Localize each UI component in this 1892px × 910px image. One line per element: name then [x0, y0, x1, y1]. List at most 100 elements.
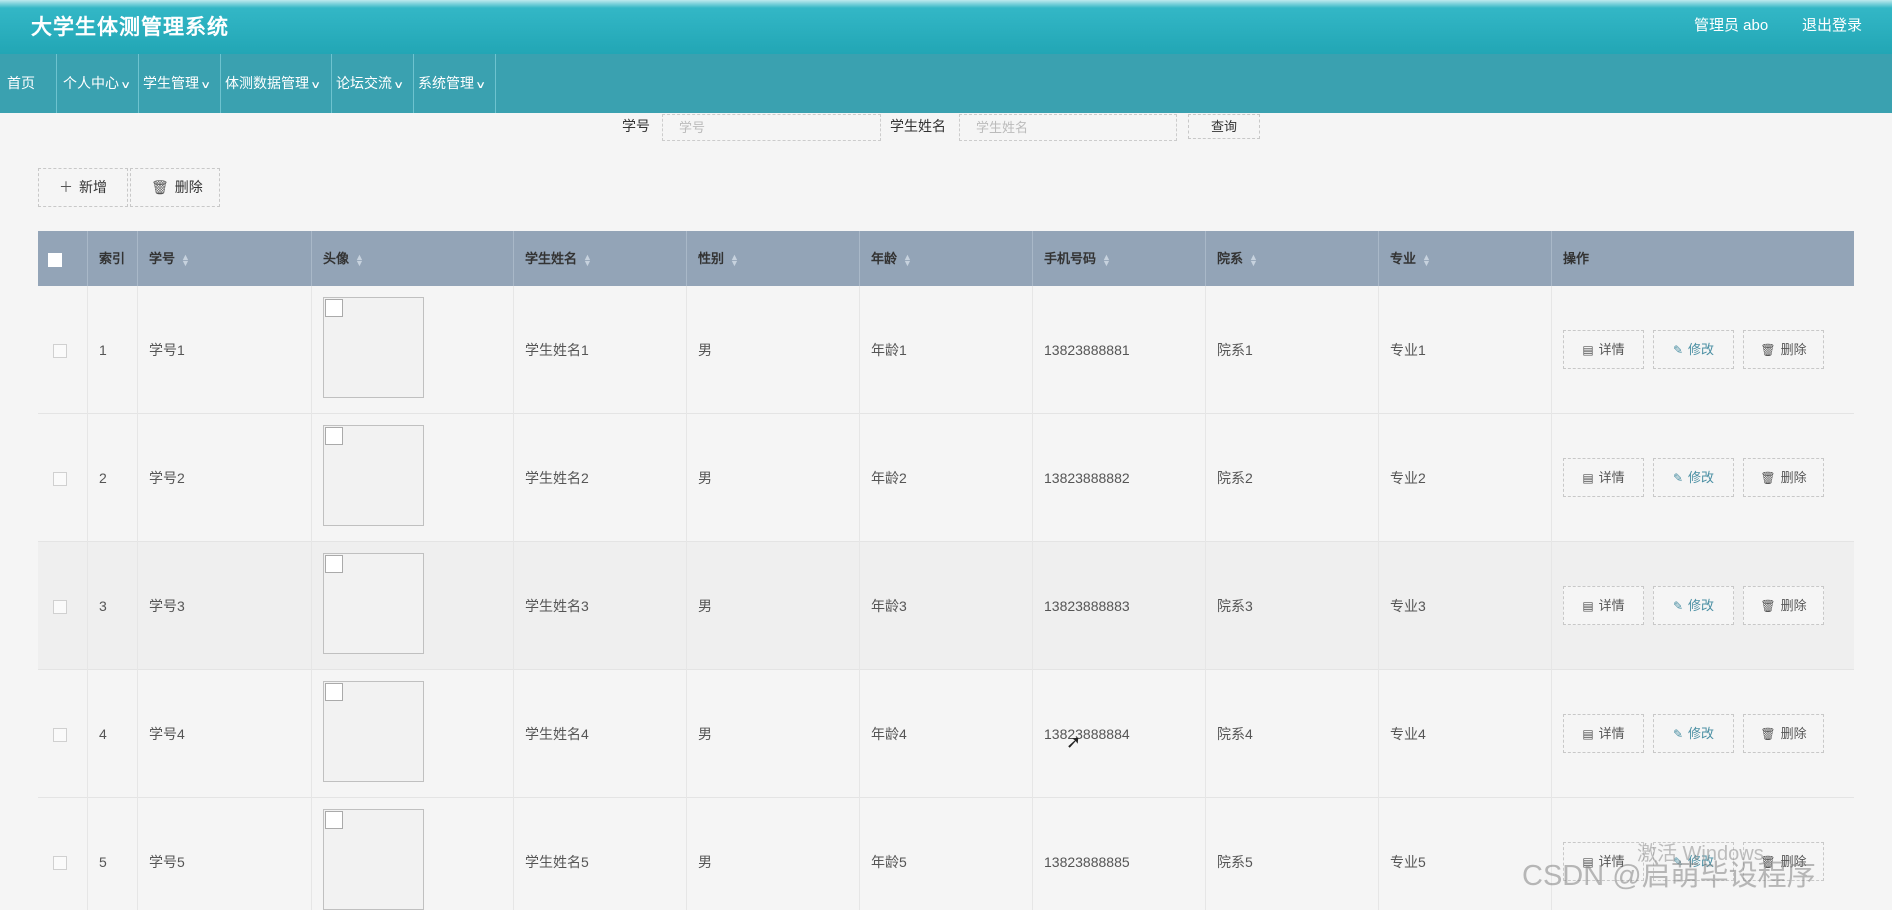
chevron-down-icon: ∨: [310, 80, 322, 91]
student-name-label: 学生姓名: [890, 118, 946, 134]
detail-label: 详情: [1598, 726, 1625, 741]
row-checkbox[interactable]: [53, 344, 67, 359]
nav-item-profile[interactable]: 个人中心∨: [57, 54, 139, 113]
add-button[interactable]: ＋ 新增: [38, 168, 128, 207]
column-label: 性别: [698, 251, 725, 266]
row-checkbox[interactable]: [53, 600, 67, 615]
gender-cell: 男: [687, 286, 860, 414]
index-cell: 4: [88, 670, 138, 798]
phone-cell: 13823888883: [1033, 542, 1206, 670]
select-all-checkbox[interactable]: [48, 252, 62, 267]
sort-icon[interactable]: ▲ ▼: [1102, 252, 1111, 267]
row-select-cell: [38, 286, 88, 414]
edit-label: 修改: [1688, 342, 1715, 357]
table-row: 4 学号4 学生姓名4 男 年龄4 13823888884 院系4 专业4 ▤ 详…: [38, 670, 1854, 798]
chevron-down-icon: ∨: [200, 80, 212, 91]
edit-label: 修改: [1688, 726, 1715, 741]
column-header[interactable]: 性别 ▲ ▼: [687, 231, 860, 286]
delete-button[interactable]: 🗑 删除: [1743, 458, 1824, 497]
row-select-cell: [38, 542, 88, 670]
student-no-input[interactable]: 学号: [662, 114, 881, 141]
sort-icon[interactable]: ▲ ▼: [1422, 252, 1431, 267]
csdn-watermark: CSDN @启萌毕设程序: [1522, 860, 1816, 892]
major-cell: 专业4: [1379, 670, 1552, 798]
delete-button[interactable]: 🗑 删除: [1743, 714, 1824, 753]
nav-item-students[interactable]: 学生管理∨: [139, 54, 221, 113]
edit-button[interactable]: ✎ 修改: [1653, 714, 1734, 753]
nav-item-fitness-data[interactable]: 体测数据管理∨: [221, 54, 332, 113]
column-label: 索引: [99, 251, 126, 266]
column-header: 索引: [88, 231, 138, 286]
detail-label: 详情: [1598, 598, 1625, 613]
index-cell: 2: [88, 414, 138, 542]
name-cell: 学生姓名4: [514, 670, 687, 798]
name-cell: 学生姓名5: [514, 798, 687, 910]
row-checkbox[interactable]: [53, 856, 67, 871]
row-checkbox[interactable]: [53, 728, 67, 743]
avatar-image: [323, 809, 424, 910]
detail-label: 详情: [1598, 470, 1625, 485]
app-title: 大学生体测管理系统: [31, 16, 229, 39]
nav-item-system[interactable]: 系统管理∨: [414, 54, 496, 113]
edit-label: 修改: [1688, 598, 1715, 613]
column-label: 头像: [323, 251, 350, 266]
plus-icon: ＋: [59, 179, 73, 195]
detail-button[interactable]: ▤ 详情: [1563, 714, 1644, 753]
sort-icon[interactable]: ▲ ▼: [583, 252, 592, 267]
bulk-delete-button[interactable]: 🗑 删除: [130, 168, 220, 207]
delete-button[interactable]: 🗑 删除: [1743, 586, 1824, 625]
sort-icon[interactable]: ▲ ▼: [1249, 252, 1258, 267]
name-cell: 学生姓名3: [514, 542, 687, 670]
avatar-image: [323, 681, 424, 782]
detail-label: 详情: [1598, 342, 1625, 357]
edit-button[interactable]: ✎ 修改: [1653, 586, 1734, 625]
avatar-cell: [312, 414, 514, 542]
index-cell: 3: [88, 542, 138, 670]
sort-icon[interactable]: ▲ ▼: [181, 252, 190, 267]
table-row: 2 学号2 学生姓名2 男 年龄2 13823888882 院系2 专业2 ▤ 详…: [38, 414, 1854, 542]
edit-button[interactable]: ✎ 修改: [1653, 458, 1734, 497]
sort-icon[interactable]: ▲ ▼: [903, 252, 912, 267]
delete-label: 删除: [1780, 726, 1807, 741]
nav-item-home[interactable]: 首页: [0, 54, 57, 113]
trash-icon: 🗑: [1760, 727, 1776, 741]
column-label: 学生姓名: [525, 251, 578, 266]
detail-button[interactable]: ▤ 详情: [1563, 458, 1644, 497]
document-icon: ▤: [1582, 343, 1594, 357]
student-name-input[interactable]: 学生姓名: [959, 114, 1177, 141]
delete-label: 删除: [174, 179, 203, 195]
column-label: 年龄: [871, 251, 898, 266]
index-cell: 1: [88, 286, 138, 414]
column-header[interactable]: 手机号码 ▲ ▼: [1033, 231, 1206, 286]
trash-icon: 🗑: [151, 179, 169, 195]
sort-icon[interactable]: ▲ ▼: [730, 252, 739, 267]
sort-icon[interactable]: ▲ ▼: [355, 252, 364, 267]
add-label: 新增: [79, 179, 107, 195]
phone-cell: 13823888882: [1033, 414, 1206, 542]
student-no-cell: 学号2: [138, 414, 312, 542]
document-icon: ▤: [1582, 599, 1594, 613]
gender-cell: 男: [687, 670, 860, 798]
chevron-down-icon: ∨: [393, 80, 405, 91]
student-no-cell: 学号5: [138, 798, 312, 910]
edit-button[interactable]: ✎ 修改: [1653, 330, 1734, 369]
nav-item-forum[interactable]: 论坛交流∨: [332, 54, 414, 113]
pencil-icon: ✎: [1672, 471, 1684, 485]
column-header[interactable]: 年龄 ▲ ▼: [860, 231, 1033, 286]
pencil-icon: ✎: [1672, 727, 1684, 741]
detail-button[interactable]: ▤ 详情: [1563, 586, 1644, 625]
detail-button[interactable]: ▤ 详情: [1563, 330, 1644, 369]
column-header[interactable]: 专业 ▲ ▼: [1379, 231, 1552, 286]
phone-cell: 13823888881: [1033, 286, 1206, 414]
trash-icon: 🗑: [1760, 343, 1776, 357]
column-header[interactable]: 头像 ▲ ▼: [312, 231, 514, 286]
column-header[interactable]: 院系 ▲ ▼: [1206, 231, 1379, 286]
age-cell: 年龄5: [860, 798, 1033, 910]
logout-link[interactable]: 退出登录: [1802, 14, 1862, 35]
delete-button[interactable]: 🗑 删除: [1743, 330, 1824, 369]
row-checkbox[interactable]: [53, 472, 67, 487]
column-label: 手机号码: [1044, 251, 1097, 266]
column-header[interactable]: 学号 ▲ ▼: [138, 231, 312, 286]
query-button[interactable]: 查询: [1188, 114, 1260, 139]
column-header[interactable]: 学生姓名 ▲ ▼: [514, 231, 687, 286]
